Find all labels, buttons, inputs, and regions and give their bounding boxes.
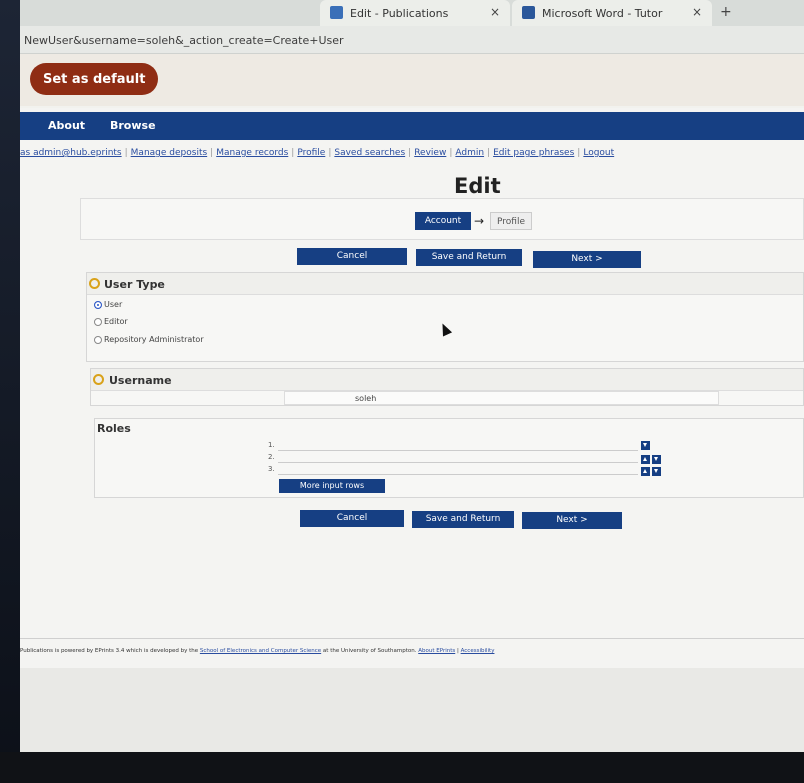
word-icon (522, 6, 535, 19)
row-number: 3. (268, 465, 275, 473)
tab-strip: Edit - Publications × Microsoft Word - T… (20, 0, 804, 26)
move-down-icon[interactable] (652, 455, 661, 464)
screen-bezel-left (0, 0, 20, 783)
move-up-icon[interactable] (641, 455, 650, 464)
roles-title: Roles (97, 422, 131, 435)
footer-divider (20, 638, 804, 639)
eprints-page: About Browse as admin@hub.eprints | Manage… (20, 108, 804, 752)
role-input[interactable] (278, 465, 638, 475)
address-bar[interactable]: NewUser&username=soleh&_action_create=Cr… (20, 26, 804, 54)
stage-arrow-icon: → (474, 214, 485, 228)
panel-header: User Type (87, 273, 803, 295)
school-link[interactable]: School of Electronics and Computer Scien… (200, 648, 321, 654)
manage-deposits-link[interactable]: Manage deposits (131, 148, 208, 158)
tab-label: Microsoft Word - Tutor (542, 7, 663, 20)
stage-account[interactable]: Account (415, 212, 471, 230)
review-link[interactable]: Review (414, 148, 446, 158)
tab-edit-publications[interactable]: Edit - Publications × (320, 0, 510, 26)
panel-header: Username (91, 369, 803, 391)
role-input[interactable] (278, 441, 638, 451)
move-up-icon[interactable] (641, 467, 650, 476)
nav-about[interactable]: About (48, 119, 85, 132)
required-icon (93, 374, 104, 385)
stage-profile[interactable]: Profile (490, 212, 532, 230)
roles-panel: Roles 1. 2. 3. More input rows (94, 418, 804, 498)
url-text[interactable]: NewUser&username=soleh&_action_create=Cr… (24, 34, 344, 47)
page-title: Edit (454, 174, 501, 198)
more-input-rows-button[interactable]: More input rows (279, 479, 385, 493)
radio-editor[interactable]: Editor (94, 317, 128, 326)
save-and-return-button[interactable]: Save and Return (416, 249, 522, 266)
nav-browse[interactable]: Browse (110, 119, 156, 132)
required-icon (89, 278, 100, 289)
manage-records-link[interactable]: Manage records (216, 148, 288, 158)
main-nav: About Browse (20, 112, 804, 140)
tab-microsoft-word[interactable]: Microsoft Word - Tutor × (512, 0, 712, 26)
radio-repository-administrator[interactable]: Repository Administrator (94, 335, 204, 344)
accessibility-link[interactable]: Accessibility (461, 648, 495, 654)
browser-window: Edit - Publications × Microsoft Word - T… (20, 0, 804, 752)
about-eprints-link[interactable]: About EPrints (418, 648, 455, 654)
edit-page-phrases-link[interactable]: Edit page phrases (493, 148, 574, 158)
move-down-icon[interactable] (641, 441, 650, 450)
next-button[interactable]: Next > (522, 512, 622, 529)
logout-link[interactable]: Logout (583, 148, 614, 158)
admin-link[interactable]: Admin (455, 148, 484, 158)
radio-selected-icon[interactable] (94, 300, 102, 309)
profile-link[interactable]: Profile (297, 148, 325, 158)
user-toolbar: as admin@hub.eprints | Manage deposits | Man… (20, 148, 615, 158)
username-panel: Username (90, 368, 804, 406)
next-button[interactable]: Next > (533, 251, 641, 268)
page-footer: Publications is powered by EPrints 3.4 w… (20, 648, 495, 654)
row-number: 2. (268, 453, 275, 461)
radio-icon[interactable] (94, 335, 102, 344)
screen-bezel-bottom (0, 752, 804, 783)
new-tab-button[interactable]: + (720, 4, 732, 20)
page-bottom-area (20, 668, 804, 752)
close-icon[interactable]: × (490, 5, 500, 19)
close-icon[interactable]: × (692, 5, 702, 19)
radio-icon[interactable] (94, 317, 102, 326)
user-type-title: User Type (104, 278, 165, 291)
user-type-panel: User Type User Editor Repository Adminis… (86, 272, 804, 362)
role-input[interactable] (278, 453, 638, 463)
row-number: 1. (268, 441, 275, 449)
saved-searches-link[interactable]: Saved searches (334, 148, 405, 158)
save-and-return-button[interactable]: Save and Return (412, 511, 514, 528)
tab-label: Edit - Publications (350, 7, 449, 20)
username-title: Username (109, 374, 172, 387)
radio-user[interactable]: User (94, 300, 122, 309)
cancel-button[interactable]: Cancel (297, 248, 407, 265)
username-input[interactable] (284, 391, 719, 405)
cancel-button[interactable]: Cancel (300, 510, 404, 527)
set-as-default-button[interactable]: Set as default (30, 63, 159, 95)
page-icon (330, 6, 343, 19)
logged-in-user-link[interactable]: as admin@hub.eprints (20, 148, 122, 158)
default-browser-bar: Set as default (20, 54, 804, 106)
move-down-icon[interactable] (652, 467, 661, 476)
